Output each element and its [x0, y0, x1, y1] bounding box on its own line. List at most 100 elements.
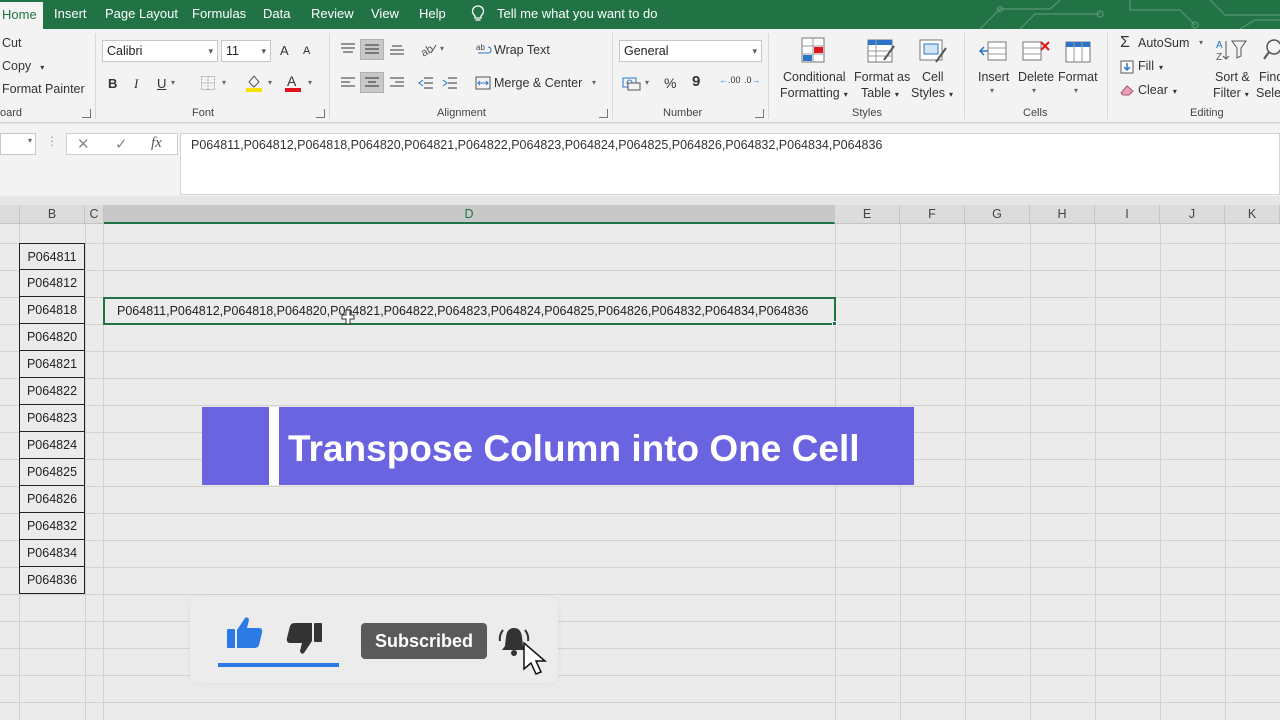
clear-button[interactable]: Clear ▾: [1138, 83, 1177, 97]
resize-handle[interactable]: ⋮: [46, 134, 58, 148]
column-header-e[interactable]: E: [835, 205, 900, 224]
selected-cell-d[interactable]: P064811,P064812,P064818,P064820,P064821,…: [103, 297, 836, 325]
borders-icon[interactable]: [200, 75, 216, 91]
underline-button[interactable]: U: [157, 76, 166, 91]
borders-dropdown-icon[interactable]: ▾: [222, 78, 226, 87]
merge-dropdown-icon[interactable]: ▾: [592, 78, 596, 87]
insert-function-icon[interactable]: fx: [151, 135, 162, 152]
subscribed-button[interactable]: Subscribed: [361, 623, 487, 659]
cell-b[interactable]: P064811: [19, 243, 85, 270]
grow-font-button[interactable]: A: [280, 43, 289, 58]
tab-data[interactable]: Data: [263, 0, 290, 29]
column-header-k[interactable]: K: [1225, 205, 1280, 224]
bottom-align-icon[interactable]: [389, 42, 405, 56]
format-cells-button[interactable]: Format: [1058, 70, 1098, 84]
thumbs-up-icon[interactable]: [226, 616, 264, 650]
merge-center-button[interactable]: Merge & Center: [494, 76, 582, 90]
insert-cells-button[interactable]: Insert: [978, 70, 1009, 84]
column-header-g[interactable]: G: [965, 205, 1030, 224]
font-color-icon[interactable]: A: [284, 73, 302, 93]
column-header-j[interactable]: J: [1160, 205, 1225, 224]
formula-input[interactable]: P064811,P064812,P064818,P064820,P064821,…: [180, 133, 1280, 195]
shrink-font-button[interactable]: A: [303, 45, 310, 57]
increase-indent-icon[interactable]: [442, 75, 458, 91]
column-header-i[interactable]: I: [1095, 205, 1160, 224]
tab-insert[interactable]: Insert: [54, 0, 87, 29]
fill-color-dropdown-icon[interactable]: ▾: [268, 78, 272, 87]
delete-dropdown-icon[interactable]: ▾: [1032, 86, 1036, 95]
bold-button[interactable]: B: [108, 76, 117, 91]
cell-b[interactable]: P064834: [19, 540, 85, 567]
clipboard-launcher-icon[interactable]: [82, 109, 91, 118]
column-header-d[interactable]: D: [104, 205, 835, 224]
italic-button[interactable]: I: [134, 76, 138, 92]
format-painter-button[interactable]: Format Painter: [2, 82, 85, 96]
cell-b[interactable]: P064822: [19, 378, 85, 405]
cell-b[interactable]: P064836: [19, 567, 85, 594]
decrease-indent-icon[interactable]: [418, 75, 434, 91]
sort-filter-button[interactable]: Sort &: [1215, 70, 1250, 84]
decrease-decimal-button[interactable]: .0→: [744, 76, 761, 85]
comma-style-button[interactable]: 9: [692, 73, 700, 90]
cell-b[interactable]: P064821: [19, 351, 85, 378]
column-header-h[interactable]: H: [1030, 205, 1095, 224]
increase-decimal-button[interactable]: ←.00: [719, 76, 741, 85]
copy-button[interactable]: Copy ▾: [2, 59, 44, 73]
column-header-c[interactable]: C: [85, 205, 104, 224]
enter-icon[interactable]: ✓: [115, 135, 128, 153]
cell-b[interactable]: P064826: [19, 486, 85, 513]
cell-b[interactable]: P064818: [19, 297, 85, 324]
cut-button[interactable]: Cut: [2, 36, 21, 50]
tell-me-search[interactable]: Tell me what you want to do: [497, 0, 657, 29]
align-right-icon[interactable]: [389, 76, 405, 90]
tab-home[interactable]: Home: [0, 0, 43, 29]
tab-page-layout[interactable]: Page Layout: [105, 0, 178, 29]
font-size-select[interactable]: 11 ▾: [221, 40, 271, 62]
format-dropdown-icon[interactable]: ▾: [1074, 86, 1078, 95]
tab-review[interactable]: Review: [311, 0, 354, 29]
delete-cells-button[interactable]: Delete: [1018, 70, 1054, 84]
format-as-table-button[interactable]: Format as: [854, 70, 910, 84]
column-header-f[interactable]: F: [900, 205, 965, 224]
fill-color-icon[interactable]: [245, 73, 263, 93]
cell-b[interactable]: P064825: [19, 459, 85, 486]
conditional-formatting-button[interactable]: Conditional: [783, 70, 846, 84]
cell-b[interactable]: P064820: [19, 324, 85, 351]
title-banner: Transpose Column into One Cell: [202, 407, 914, 485]
percent-style-button[interactable]: %: [664, 75, 676, 91]
tab-view[interactable]: View: [371, 0, 399, 29]
alignment-launcher-icon[interactable]: [599, 109, 608, 118]
cell-b[interactable]: P064832: [19, 513, 85, 540]
accounting-format-icon[interactable]: [622, 75, 642, 91]
top-align-icon[interactable]: [340, 42, 356, 56]
cell-b[interactable]: P064824: [19, 432, 85, 459]
orientation-dropdown-icon[interactable]: ▾: [440, 44, 444, 53]
tab-help[interactable]: Help: [419, 0, 446, 29]
insert-dropdown-icon[interactable]: ▾: [990, 86, 994, 95]
orientation-icon[interactable]: ab: [419, 41, 437, 57]
number-launcher-icon[interactable]: [755, 109, 764, 118]
font-launcher-icon[interactable]: [316, 109, 325, 118]
thumbs-down-icon[interactable]: [285, 621, 323, 655]
fill-button[interactable]: Fill ▾: [1138, 59, 1163, 73]
gridline: [0, 594, 1280, 595]
cancel-icon[interactable]: ✕: [77, 135, 90, 153]
font-name-select[interactable]: Calibri ▾: [102, 40, 218, 62]
fill-handle[interactable]: [832, 321, 837, 326]
cell-b[interactable]: P064823: [19, 405, 85, 432]
find-select-button[interactable]: Find: [1259, 70, 1280, 84]
align-left-icon[interactable]: [340, 76, 356, 90]
underline-dropdown-icon[interactable]: ▾: [171, 78, 175, 87]
accounting-dropdown-icon[interactable]: ▾: [645, 78, 649, 87]
name-box[interactable]: ▾: [0, 133, 36, 155]
autosum-dropdown-icon[interactable]: ▾: [1199, 38, 1203, 47]
wrap-text-button[interactable]: Wrap Text: [494, 43, 550, 57]
autosum-button[interactable]: AutoSum: [1138, 36, 1189, 50]
number-format-select[interactable]: General ▾: [619, 40, 762, 62]
cell-b[interactable]: P064812: [19, 270, 85, 297]
tab-formulas[interactable]: Formulas: [192, 0, 246, 29]
cell-styles-button[interactable]: Cell: [922, 70, 944, 84]
column-header-a[interactable]: [0, 205, 20, 224]
column-header-b[interactable]: B: [20, 205, 85, 224]
font-color-dropdown-icon[interactable]: ▾: [308, 78, 312, 87]
